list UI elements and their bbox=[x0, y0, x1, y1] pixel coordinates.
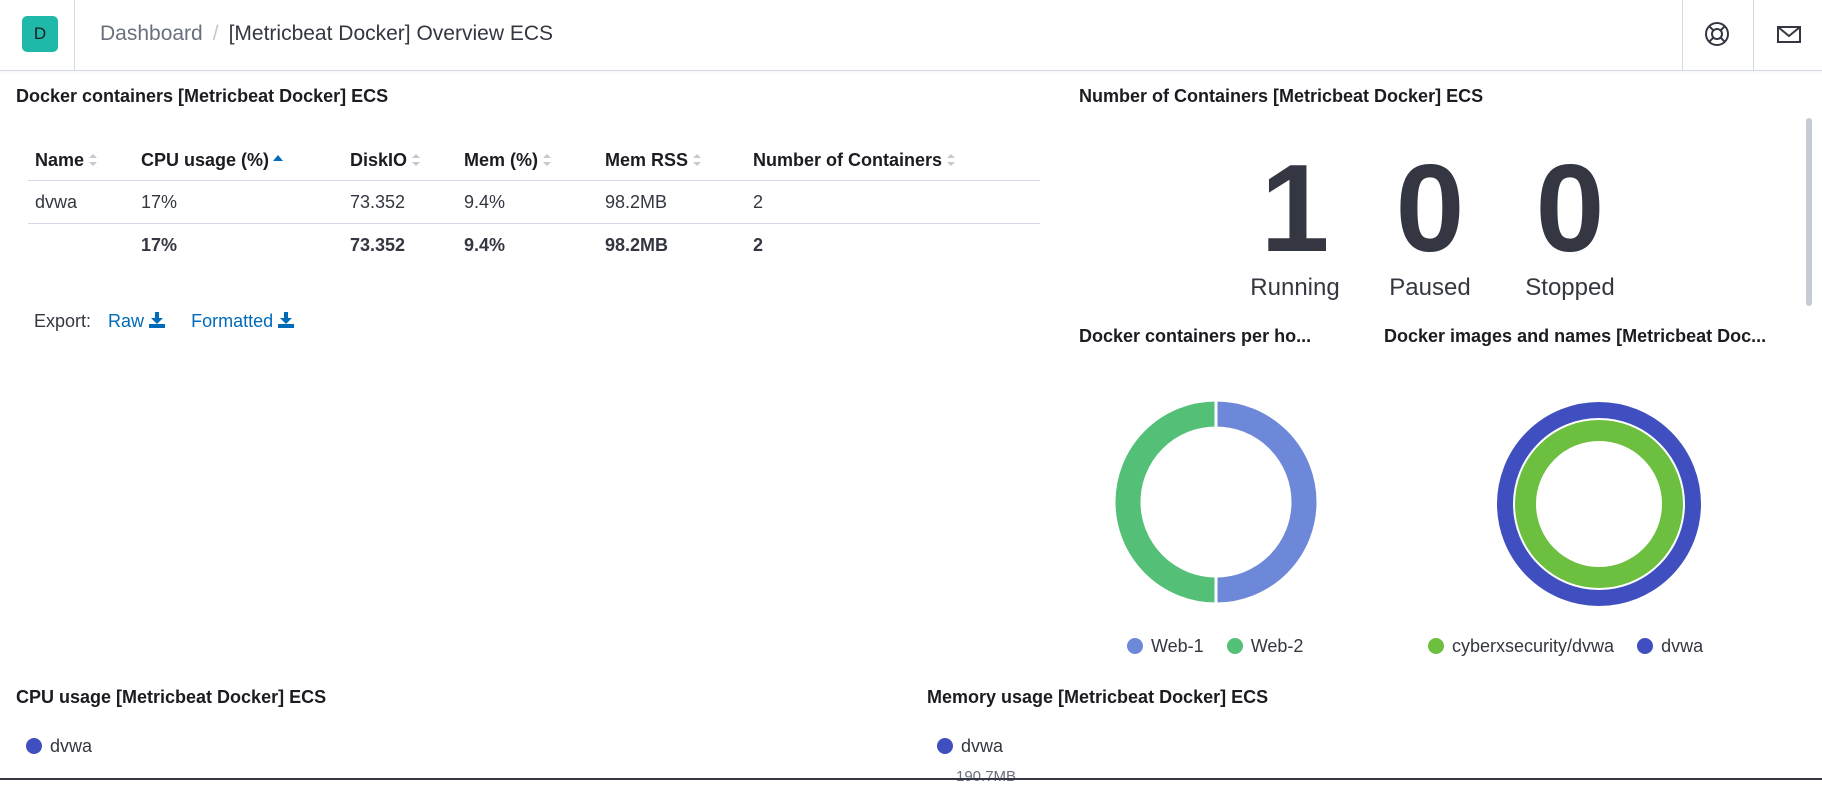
pie-slice-cyberxsecurity-dvwa[interactable] bbox=[1515, 420, 1683, 588]
legend-item-dvwa[interactable]: dvwa bbox=[1637, 636, 1703, 657]
help-icon[interactable] bbox=[1702, 19, 1732, 49]
table-cell: 73.352 bbox=[350, 235, 406, 255]
legend-color-dot bbox=[1226, 638, 1243, 654]
legend-item-web-2[interactable]: Web-2 bbox=[1226, 636, 1303, 657]
panel-title: Docker containers [Metricbeat Docker] EC… bbox=[16, 86, 389, 106]
column-header-name[interactable]: Name bbox=[35, 140, 98, 180]
donut-chart-per-host bbox=[1112, 398, 1320, 606]
table-cell: 2 bbox=[753, 235, 764, 255]
sort-icon bbox=[543, 154, 552, 166]
legend-color-dot bbox=[937, 738, 953, 754]
export-bar: Export: Raw Formatted bbox=[34, 311, 311, 332]
panel-title: Number of Containers [Metricbeat Docker]… bbox=[1079, 86, 1484, 106]
column-header-mem-rss[interactable]: Mem RSS bbox=[605, 140, 702, 180]
legend-item-web-1[interactable]: Web-1 bbox=[1127, 636, 1204, 657]
export-raw-link[interactable]: Raw bbox=[108, 311, 166, 331]
table-cell: 98.2MB bbox=[605, 235, 669, 255]
column-header-number-of-containers[interactable]: Number of Containers bbox=[753, 140, 956, 180]
legend-color-dot bbox=[1637, 638, 1654, 654]
breadcrumb-dashboard-link[interactable]: Dashboard bbox=[100, 22, 203, 45]
metric-label: Paused bbox=[1389, 274, 1471, 301]
table-totals-row: 17% 73.352 9.4% 98.2MB 2 bbox=[28, 224, 1040, 266]
panel-title: Docker images and names [Metricbeat Doc.… bbox=[1384, 326, 1767, 346]
chart-legend: Web-1 Web-2 bbox=[1127, 636, 1321, 657]
column-header-mem-percent[interactable]: Mem (%) bbox=[464, 140, 552, 180]
panel-title: Memory usage [Metricbeat Docker] ECS bbox=[927, 687, 1269, 707]
table-header-row: Name CPU usage (%) DiskIO Mem (%) Mem RS… bbox=[28, 140, 1040, 181]
panel-title: CPU usage [Metricbeat Docker] ECS bbox=[16, 687, 327, 707]
chart-legend: dvwa bbox=[26, 736, 110, 757]
legend-color-dot bbox=[1428, 638, 1444, 654]
column-header-cpu[interactable]: CPU usage (%) bbox=[141, 140, 284, 180]
breadcrumb-current: [Metricbeat Docker] Overview ECS bbox=[228, 22, 554, 45]
download-icon bbox=[149, 312, 166, 328]
metric-value: 0 bbox=[1395, 140, 1465, 278]
legend-item-dvwa[interactable]: dvwa bbox=[937, 736, 1003, 757]
table-cell: 9.4% bbox=[464, 235, 506, 255]
table-cell: dvwa bbox=[35, 192, 78, 212]
chart-legend: dvwa bbox=[937, 736, 1021, 757]
table-cell: 17% bbox=[141, 192, 178, 212]
donut-chart-images-names bbox=[1497, 402, 1701, 606]
metric-label: Running bbox=[1250, 274, 1340, 301]
export-formatted-link[interactable]: Formatted bbox=[191, 311, 295, 331]
table-cell: 17% bbox=[141, 235, 178, 255]
breadcrumb-separator: / bbox=[212, 22, 219, 45]
table-cell: 2 bbox=[753, 192, 764, 212]
metric-label: Stopped bbox=[1525, 274, 1615, 301]
table-cell: 9.4% bbox=[464, 192, 506, 212]
chart-legend: cyberxsecurity/dvwa dvwa bbox=[1428, 636, 1721, 657]
metric-stopped: 0 Stopped bbox=[1510, 140, 1630, 302]
legend-color-dot bbox=[1127, 638, 1143, 654]
divider bbox=[1682, 0, 1683, 70]
legend-item-dvwa[interactable]: dvwa bbox=[26, 736, 92, 757]
mail-icon[interactable] bbox=[1774, 19, 1804, 49]
top-navigation-bar: D Dashboard / [Metricbeat Docker] Overview… bbox=[0, 0, 1822, 71]
column-header-diskio[interactable]: DiskIO bbox=[350, 140, 421, 180]
pie-slice-web-1[interactable] bbox=[1214, 398, 1320, 606]
axis-tick-label: 190.7MB bbox=[956, 768, 1017, 785]
sort-icon bbox=[693, 154, 702, 166]
export-label: Export: bbox=[34, 311, 92, 331]
panel-title: Docker containers per ho... bbox=[1079, 326, 1312, 346]
space-avatar[interactable]: D bbox=[22, 16, 58, 52]
sort-ascending-icon bbox=[273, 155, 284, 161]
metric-running: 1 Running bbox=[1240, 140, 1350, 302]
download-icon bbox=[278, 312, 295, 328]
panel-scrollbar[interactable] bbox=[1806, 118, 1812, 306]
divider bbox=[1753, 0, 1754, 70]
metric-paused: 0 Paused bbox=[1375, 140, 1485, 302]
divider bbox=[74, 0, 75, 70]
table-cell: 73.352 bbox=[350, 192, 406, 212]
containers-table: Name CPU usage (%) DiskIO Mem (%) Mem RS… bbox=[28, 140, 1040, 266]
sort-icon bbox=[89, 154, 98, 166]
table-row: dvwa 17% 73.352 9.4% 98.2MB 2 bbox=[28, 181, 1040, 224]
pie-slice-web-2[interactable] bbox=[1112, 398, 1218, 606]
table-cell: 98.2MB bbox=[605, 192, 668, 212]
legend-item-cyberxsecurity-dvwa[interactable]: cyberxsecurity/dvwa bbox=[1428, 636, 1614, 657]
sort-icon bbox=[947, 154, 956, 166]
breadcrumb: Dashboard / [Metricbeat Docker] Overview E… bbox=[100, 22, 553, 46]
metric-value: 0 bbox=[1535, 140, 1605, 278]
metric-value: 1 bbox=[1260, 140, 1330, 278]
sort-icon bbox=[412, 154, 421, 166]
legend-color-dot bbox=[26, 738, 42, 754]
